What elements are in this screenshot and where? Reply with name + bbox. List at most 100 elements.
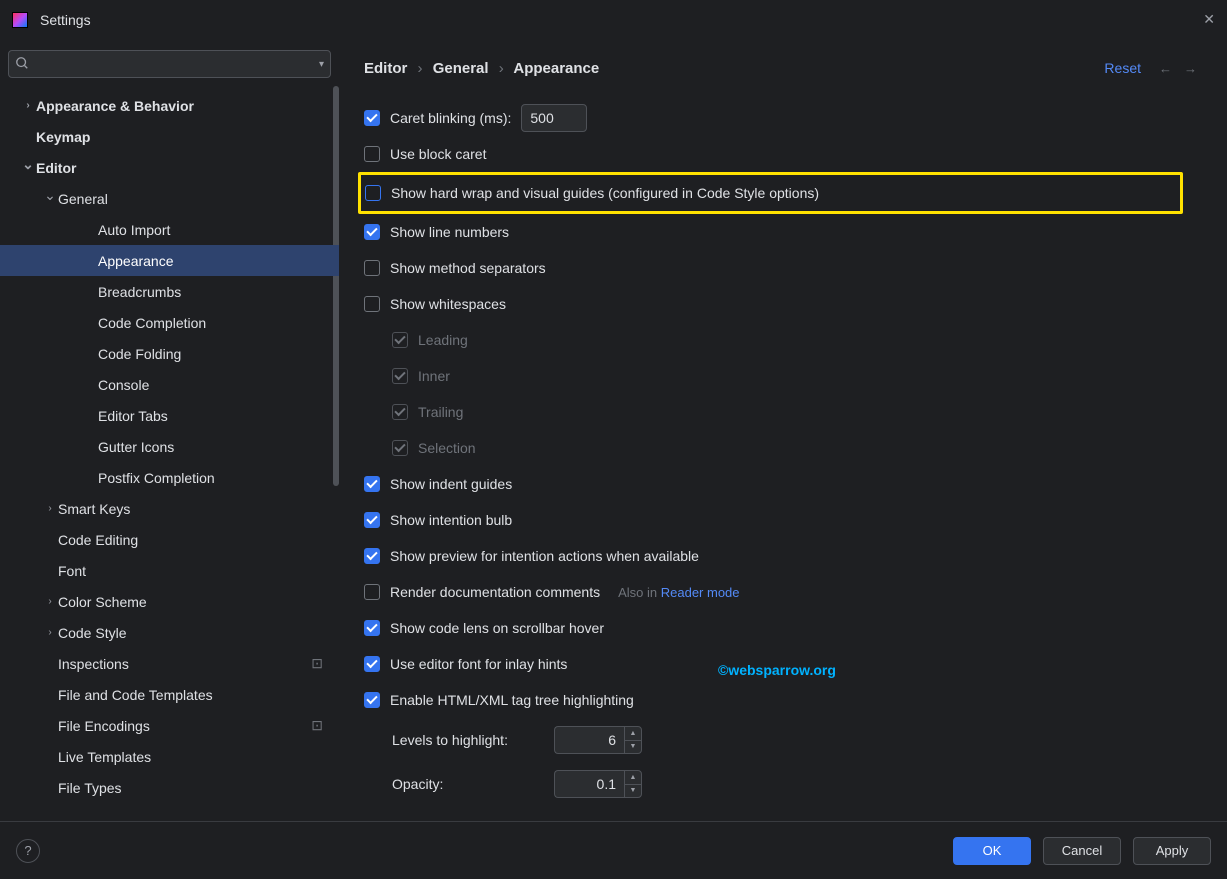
dropdown-icon[interactable]: ▾ bbox=[319, 59, 324, 70]
tree-item-label: Gutter Icons bbox=[98, 439, 339, 455]
tree-item-label: Appearance bbox=[98, 253, 339, 269]
show-method-separators-row: Show method separators bbox=[364, 250, 1203, 286]
nav-forward-icon[interactable]: → bbox=[1184, 61, 1197, 76]
use-block-caret-label: Use block caret bbox=[390, 146, 486, 162]
tree-item-inspections[interactable]: Inspections⊡ bbox=[0, 648, 339, 679]
app-icon bbox=[12, 12, 28, 28]
tree-item-smart-keys[interactable]: ›Smart Keys bbox=[0, 493, 339, 524]
tree-item-file-and-code-templates[interactable]: File and Code Templates bbox=[0, 679, 339, 710]
tree-item-live-templates[interactable]: Live Templates bbox=[0, 741, 339, 772]
chevron-down-icon[interactable]: ⌄ bbox=[20, 156, 36, 173]
chevron-right-icon[interactable]: › bbox=[42, 627, 58, 638]
tree-item-label: Smart Keys bbox=[58, 501, 339, 517]
tree-item-editor-tabs[interactable]: Editor Tabs bbox=[0, 400, 339, 431]
tree-item-label: File Types bbox=[58, 780, 339, 796]
ws-selection-label: Selection bbox=[418, 440, 476, 456]
search-input[interactable] bbox=[33, 57, 319, 72]
ws-selection-row: Selection bbox=[364, 430, 1203, 466]
levels-input[interactable] bbox=[554, 726, 624, 754]
chevron-right-icon[interactable]: › bbox=[42, 596, 58, 607]
show-whitespaces-checkbox[interactable] bbox=[364, 296, 380, 312]
close-icon[interactable]: ✕ bbox=[1203, 11, 1215, 28]
ws-trailing-checkbox bbox=[392, 404, 408, 420]
show-preview-intention-row: Show preview for intention actions when … bbox=[364, 538, 1203, 574]
enable-html-xml-tag-label: Enable HTML/XML tag tree highlighting bbox=[390, 692, 634, 708]
tree-item-general[interactable]: ⌄General bbox=[0, 183, 339, 214]
spinner-down-icon[interactable]: ▼ bbox=[625, 741, 641, 754]
ok-button[interactable]: OK bbox=[953, 837, 1031, 865]
show-intention-bulb-checkbox[interactable] bbox=[364, 512, 380, 528]
use-block-caret-checkbox[interactable] bbox=[364, 146, 380, 162]
reader-mode-link[interactable]: Reader mode bbox=[661, 585, 740, 600]
tree-item-label: Editor Tabs bbox=[98, 408, 339, 424]
chevron-down-icon[interactable]: ⌄ bbox=[42, 187, 58, 204]
tree-item-code-style[interactable]: ›Code Style bbox=[0, 617, 339, 648]
tree-item-code-editing[interactable]: Code Editing bbox=[0, 524, 339, 555]
tree-item-code-folding[interactable]: Code Folding bbox=[0, 338, 339, 369]
show-indent-guides-label: Show indent guides bbox=[390, 476, 512, 492]
breadcrumb-part: General bbox=[433, 60, 489, 77]
cancel-button[interactable]: Cancel bbox=[1043, 837, 1121, 865]
show-line-numbers-checkbox[interactable] bbox=[364, 224, 380, 240]
show-hard-wrap-checkbox[interactable] bbox=[365, 185, 381, 201]
tree-item-appearance[interactable]: Appearance bbox=[0, 245, 339, 276]
main-panel: Editor › General › Appearance Reset ← → … bbox=[340, 40, 1227, 821]
render-doc-comments-checkbox[interactable] bbox=[364, 584, 380, 600]
tree-item-label: Console bbox=[98, 377, 339, 393]
chevron-right-icon[interactable]: › bbox=[20, 100, 36, 111]
help-button[interactable]: ? bbox=[16, 839, 40, 863]
tree-item-console[interactable]: Console bbox=[0, 369, 339, 400]
show-code-lens-checkbox[interactable] bbox=[364, 620, 380, 636]
tree-item-label: Code Editing bbox=[58, 532, 339, 548]
spinner-up-icon[interactable]: ▲ bbox=[625, 727, 641, 741]
use-editor-font-inlay-checkbox[interactable] bbox=[364, 656, 380, 672]
window-title: Settings bbox=[40, 12, 91, 28]
tree-item-editor[interactable]: ⌄Editor bbox=[0, 152, 339, 183]
render-doc-comments-label: Render documentation comments bbox=[390, 584, 600, 600]
project-scope-icon: ⊡ bbox=[311, 717, 323, 734]
nav-back-icon[interactable]: ← bbox=[1159, 61, 1172, 76]
show-method-separators-checkbox[interactable] bbox=[364, 260, 380, 276]
settings-tree: ›Appearance & BehaviorKeymap⌄Editor⌄Gene… bbox=[0, 86, 339, 821]
tree-item-gutter-icons[interactable]: Gutter Icons bbox=[0, 431, 339, 462]
footer: ? OK Cancel Apply bbox=[0, 821, 1227, 879]
tree-item-breadcrumbs[interactable]: Breadcrumbs bbox=[0, 276, 339, 307]
opacity-label: Opacity: bbox=[392, 776, 542, 792]
tree-item-appearance-behavior[interactable]: ›Appearance & Behavior bbox=[0, 90, 339, 121]
use-editor-font-inlay-label: Use editor font for inlay hints bbox=[390, 656, 567, 672]
levels-spinner[interactable]: ▲ ▼ bbox=[554, 726, 642, 754]
search-icon bbox=[15, 56, 29, 73]
tree-item-color-scheme[interactable]: ›Color Scheme bbox=[0, 586, 339, 617]
show-indent-guides-checkbox[interactable] bbox=[364, 476, 380, 492]
tree-item-postfix-completion[interactable]: Postfix Completion bbox=[0, 462, 339, 493]
show-line-numbers-label: Show line numbers bbox=[390, 224, 509, 240]
tree-item-label: Code Completion bbox=[98, 315, 339, 331]
caret-blinking-checkbox[interactable] bbox=[364, 110, 380, 126]
opacity-spinner[interactable]: ▲ ▼ bbox=[554, 770, 642, 798]
tree-item-label: General bbox=[58, 191, 339, 207]
chevron-right-icon[interactable]: › bbox=[42, 503, 58, 514]
search-box[interactable]: ▾ bbox=[8, 50, 331, 78]
tree-item-auto-import[interactable]: Auto Import bbox=[0, 214, 339, 245]
opacity-input[interactable] bbox=[554, 770, 624, 798]
caret-blinking-input[interactable] bbox=[521, 104, 587, 132]
show-preview-intention-checkbox[interactable] bbox=[364, 548, 380, 564]
breadcrumb: Editor › General › Appearance bbox=[364, 60, 599, 77]
enable-html-xml-tag-checkbox[interactable] bbox=[364, 692, 380, 708]
show-whitespaces-label: Show whitespaces bbox=[390, 296, 506, 312]
tree-item-file-types[interactable]: File Types bbox=[0, 772, 339, 803]
show-code-lens-row: Show code lens on scrollbar hover bbox=[364, 610, 1203, 646]
tree-item-label: Postfix Completion bbox=[98, 470, 339, 486]
tree-item-code-completion[interactable]: Code Completion bbox=[0, 307, 339, 338]
reset-link[interactable]: Reset bbox=[1104, 60, 1141, 76]
tree-item-font[interactable]: Font bbox=[0, 555, 339, 586]
breadcrumb-sep: › bbox=[499, 60, 504, 77]
levels-row: Levels to highlight: ▲ ▼ bbox=[364, 718, 1203, 762]
spinner-down-icon[interactable]: ▼ bbox=[625, 785, 641, 798]
tree-item-label: Editor bbox=[36, 160, 339, 176]
tree-item-keymap[interactable]: Keymap bbox=[0, 121, 339, 152]
show-intention-bulb-row: Show intention bulb bbox=[364, 502, 1203, 538]
tree-item-file-encodings[interactable]: File Encodings⊡ bbox=[0, 710, 339, 741]
apply-button[interactable]: Apply bbox=[1133, 837, 1211, 865]
spinner-up-icon[interactable]: ▲ bbox=[625, 771, 641, 785]
